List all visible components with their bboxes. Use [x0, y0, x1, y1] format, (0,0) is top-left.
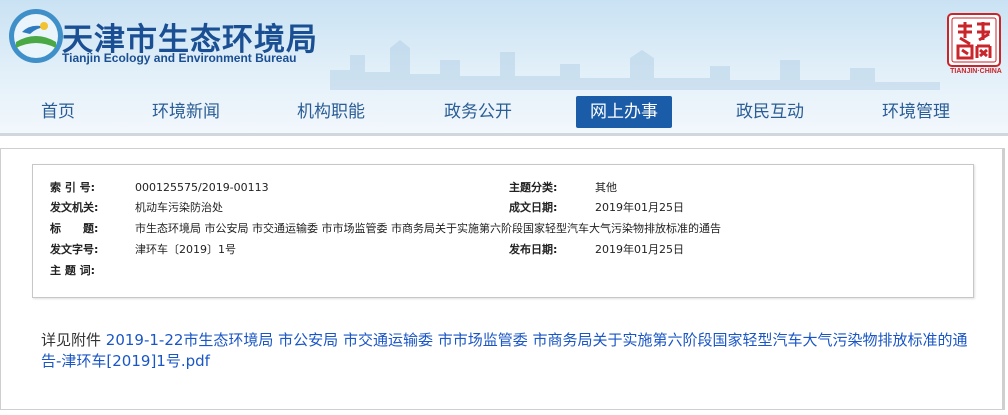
site-subtitle: Tianjin Ecology and Environment Bureau	[62, 51, 297, 65]
attachment-pdf-link[interactable]: 2019-1-22市生态环境局 市公安局 市交通运输委 市市场监管委 市商务局关…	[41, 331, 968, 370]
bureau-logo-icon	[9, 9, 63, 63]
document-title-value: 市生态环境局 市公安局 市交通运输委 市市场监管委 市商务局关于实施第六阶段国家…	[135, 222, 721, 235]
nav-item-environment-management[interactable]: 环境管理	[870, 96, 962, 128]
topic-category-value: 其他	[595, 181, 617, 194]
city-skyline-graphic	[330, 40, 940, 90]
document-number-label: 发文字号:	[50, 243, 99, 256]
seal-caption: TIANJIN·CHINA	[950, 68, 1002, 75]
written-date-label: 成文日期:	[509, 201, 558, 214]
index-number-label: 索 引 号:	[50, 181, 96, 194]
main-nav: 首页 环境新闻 机构职能 政务公开 网上办事 政民互动 环境管理	[0, 96, 1008, 130]
written-date-value: 2019年01月25日	[595, 201, 684, 214]
issuing-authority-value: 机动车污染防治处	[135, 201, 223, 214]
publish-date-label: 发布日期:	[509, 243, 558, 256]
issuing-authority-label: 发文机关:	[50, 201, 99, 214]
nav-item-online-services[interactable]: 网上办事	[576, 96, 672, 128]
document-number-value: 津环车〔2019〕1号	[135, 243, 236, 256]
publish-date-value: 2019年01月25日	[595, 243, 684, 256]
nav-item-organization[interactable]: 机构职能	[285, 96, 377, 128]
nav-item-environment-news[interactable]: 环境新闻	[140, 96, 232, 128]
nav-item-public-interaction[interactable]: 政民互动	[724, 96, 816, 128]
attachment-paragraph: 详见附件 2019-1-22市生态环境局 市公安局 市交通运输委 市市场监管委 …	[41, 330, 981, 372]
document-title-label: 标 题:	[50, 222, 99, 235]
attachment-prefix: 详见附件	[41, 331, 106, 349]
nav-divider	[0, 133, 1008, 136]
index-number-value: 000125575/2019-00113	[135, 181, 269, 194]
topic-category-label: 主题分类:	[509, 181, 558, 194]
keywords-label: 主 题 词:	[50, 264, 96, 277]
tianjin-gov-seal-icon[interactable]	[946, 12, 1002, 68]
nav-item-home[interactable]: 首页	[24, 96, 92, 128]
nav-item-government-affairs[interactable]: 政务公开	[432, 96, 524, 128]
